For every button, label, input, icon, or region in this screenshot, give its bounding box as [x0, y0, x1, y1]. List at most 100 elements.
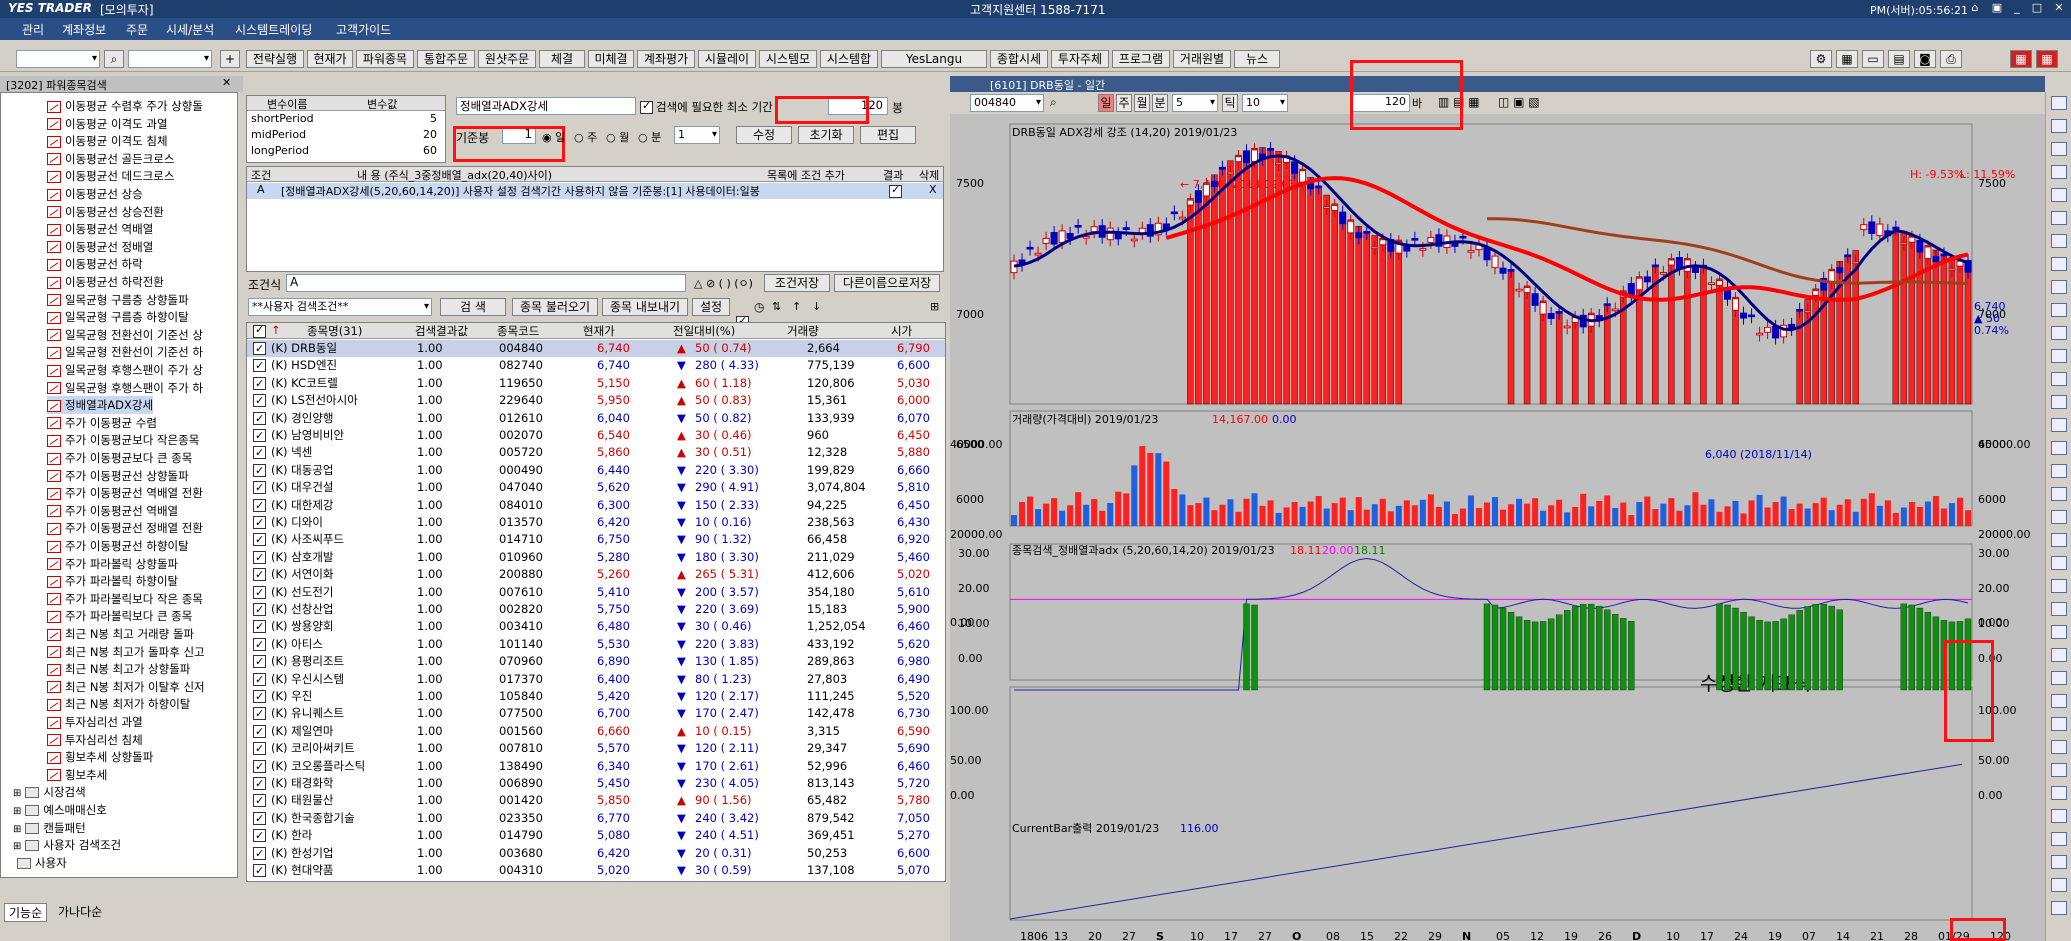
tree-item[interactable]: 횡보추세: [47, 766, 107, 784]
row-checkbox[interactable]: [253, 601, 266, 618]
chart-pane[interactable]: [1009, 410, 1973, 527]
tree-item[interactable]: 일목균형 후행스팬이 주가 상: [47, 361, 203, 379]
chart-pane[interactable]: [1009, 686, 1973, 921]
row-checkbox[interactable]: [253, 375, 266, 392]
expand-icon[interactable]: ⊞: [13, 841, 21, 852]
draw-tool-icon[interactable]: [2051, 280, 2067, 294]
draw-tool-icon[interactable]: [2051, 579, 2067, 593]
toolbar-button[interactable]: 현재가: [307, 50, 353, 68]
tree-item[interactable]: 주가 파라볼릭보다 큰 종목: [47, 607, 192, 625]
row-checkbox[interactable]: [253, 427, 266, 444]
settings-icon[interactable]: ⚙: [1810, 50, 1832, 68]
toolbar-button[interactable]: 통합주문: [417, 50, 475, 68]
tree-item[interactable]: 이동평균선 역배열: [47, 220, 153, 238]
row-checkbox[interactable]: [253, 444, 266, 461]
draw-tool-icon[interactable]: [2051, 303, 2067, 317]
draw-tool-icon[interactable]: [2051, 372, 2067, 386]
table-row[interactable]: (K) 삼호개발 1.00 010960 5,280 ▼ 180 ( 3.30) 211,0…: [247, 549, 945, 566]
table-row[interactable]: (K) 우신시스템 1.00 017370 6,400 ▼ 80 ( 1.23) 27,80…: [247, 671, 945, 688]
table-row[interactable]: (K) 태원물산 1.00 001420 5,850 ▲ 90 ( 1.56) 65,482…: [247, 792, 945, 809]
toolbar-button[interactable]: 미체결: [588, 50, 634, 68]
row-checkbox[interactable]: [253, 653, 266, 670]
tree-item[interactable]: 주가 이동평균 수렴: [47, 414, 157, 432]
draw-tool-icon[interactable]: [2051, 395, 2067, 409]
down-arrow-icon[interactable]: ↓: [812, 300, 821, 313]
param-value[interactable]: 20: [423, 128, 437, 141]
tree-item[interactable]: 일목균형 구름층 하향이탈: [47, 308, 189, 326]
menu-order[interactable]: 주문: [126, 21, 148, 38]
clock-icon[interactable]: ◷: [754, 300, 764, 314]
row-checkbox[interactable]: [253, 758, 266, 775]
table-row[interactable]: (K) 한성기업 1.00 003680 6,420 ▼ 20 ( 0.31) 50,253…: [247, 845, 945, 862]
table-row[interactable]: (K) 선도전기 1.00 007610 5,410 ▼ 200 ( 3.57) 354,1…: [247, 584, 945, 601]
tree-item[interactable]: 투자심리선 과열: [47, 713, 143, 731]
row-checkbox[interactable]: [253, 775, 266, 792]
expand-icon[interactable]: ⊞: [13, 824, 21, 835]
tool-icon[interactable]: ◫ ▣ ▧: [1498, 95, 1540, 109]
row-checkbox[interactable]: [253, 810, 266, 827]
table-row[interactable]: (K) DRB동일 1.00 004840 6,740 ▲ 50 ( 0.74) 2,664…: [247, 340, 945, 357]
home-icon[interactable]: ⌂: [1968, 1, 1982, 15]
draw-tool-icon[interactable]: [2051, 96, 2067, 110]
tree-item[interactable]: 주가 이동평균선 역배열 전환: [47, 484, 203, 502]
minute-button[interactable]: 분: [1152, 94, 1168, 112]
draw-tool-icon[interactable]: [2051, 625, 2067, 639]
draw-tool-icon[interactable]: [2051, 763, 2067, 777]
chart-area[interactable]: DRB동일 ADX강세 강조 (14,20) 2019/01/23 H: -9.5…: [950, 114, 2045, 941]
delete-button[interactable]: X: [929, 183, 937, 196]
reset-button[interactable]: 초기화: [798, 126, 854, 144]
tab-alpha[interactable]: 가나다순: [54, 903, 106, 920]
tree-folder[interactable]: ⊞ 캔들패턴: [13, 819, 86, 837]
tree-item[interactable]: 이동평균선 데드크로스: [47, 167, 174, 185]
table-row[interactable]: (K) KC코트렐 1.00 119650 5,150 ▲ 60 ( 1.18) 120,8…: [247, 375, 945, 392]
tree-item[interactable]: 주가 이동평균보다 큰 종목: [47, 449, 192, 467]
menu-account[interactable]: 계좌정보: [62, 21, 106, 38]
draw-tool-icon[interactable]: [2051, 441, 2067, 455]
row-checkbox[interactable]: [253, 584, 266, 601]
grid-icon[interactable]: ▦: [2010, 50, 2032, 68]
condition-row[interactable]: A [정배열과ADX강세(5,20,60,14,20)] 사용자 설정 검색기간…: [247, 183, 943, 199]
draw-tool-icon[interactable]: [2051, 165, 2067, 179]
tree-item[interactable]: 주가 파라볼릭보다 작은 종목: [47, 590, 203, 608]
timeframe-radio[interactable]: ◉ 일: [542, 129, 565, 145]
toolbar-button[interactable]: 시스템합: [820, 50, 878, 68]
table-row[interactable]: (K) 남영비비안 1.00 002070 6,540 ▲ 30 ( 0.46) 960 6,…: [247, 427, 945, 444]
draw-tool-icon[interactable]: [2051, 326, 2067, 340]
table-row[interactable]: (K) 아티스 1.00 101140 5,530 ▼ 220 ( 3.83) 433,19…: [247, 636, 945, 653]
tree-item[interactable]: 이동평균선 하락: [47, 255, 143, 273]
toolbar-button[interactable]: 체결: [539, 50, 585, 68]
add-icon[interactable]: +: [220, 50, 240, 68]
export-stocks-button[interactable]: 종목 내보내기: [602, 298, 688, 316]
row-checkbox[interactable]: [253, 740, 266, 757]
minimize-icon[interactable]: _: [2010, 1, 2024, 15]
param-value[interactable]: 60: [423, 144, 437, 157]
lock-icon[interactable]: ▣: [1990, 1, 2004, 15]
tree-item[interactable]: 최근 N봉 최고가 상향돌파: [47, 660, 190, 678]
expand-icon[interactable]: ⊞: [930, 300, 939, 313]
tree-folder[interactable]: ⊞ 시장검색: [13, 783, 86, 801]
search-button[interactable]: 검 색: [440, 298, 506, 316]
tree-folder[interactable]: 사용자: [13, 854, 67, 872]
table-row[interactable]: (K) 한국종합기술 1.00 023350 6,770 ▼ 240 ( 3.42) 879…: [247, 810, 945, 827]
col-result[interactable]: 검색결과값: [415, 323, 468, 339]
col-change[interactable]: 전일대비(%): [673, 323, 735, 339]
formula-tools-icon[interactable]: △ ⊘ ( ) (ㅇ): [694, 275, 753, 291]
screen-combo[interactable]: [128, 50, 212, 68]
tree-item[interactable]: 주가 이동평균선 역배열: [47, 502, 178, 520]
menu-quote[interactable]: 시세/분석: [166, 21, 214, 38]
draw-tool-icon[interactable]: [2051, 740, 2067, 754]
row-checkbox[interactable]: [253, 792, 266, 809]
tree-item[interactable]: 최근 N봉 최저가 하향이탈: [47, 695, 190, 713]
draw-tool-icon[interactable]: [2051, 809, 2067, 823]
row-checkbox[interactable]: [253, 827, 266, 844]
tree-item[interactable]: 최근 N봉 최저가 이탈후 신저: [47, 678, 205, 696]
tree-item[interactable]: 일목균형 후행스팬이 주가 하: [47, 379, 203, 397]
table-row[interactable]: (K) 한라 1.00 014790 5,080 ▼ 240 ( 4.51) 369,451…: [247, 827, 945, 844]
col-volume[interactable]: 거래량: [787, 323, 819, 339]
window-icon[interactable]: ▤: [1888, 50, 1910, 68]
table-row[interactable]: (K) 쌍용양회 1.00 003410 6,480 ▼ 30 ( 0.46) 1,252,…: [247, 618, 945, 635]
tab-function[interactable]: 기능순: [4, 903, 48, 922]
draw-tool-icon[interactable]: [2051, 142, 2067, 156]
setting-button[interactable]: 설정: [692, 298, 730, 316]
draw-tool-icon[interactable]: [2051, 418, 2067, 432]
